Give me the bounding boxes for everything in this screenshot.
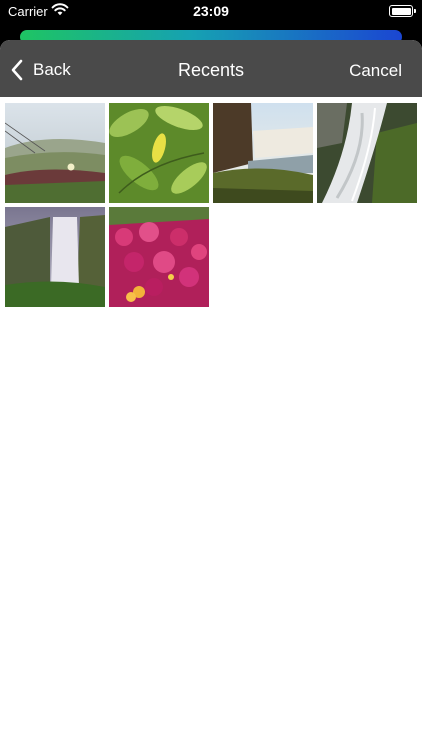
battery-icon: [389, 5, 416, 17]
photo-thumbnail-waterfall-canyon[interactable]: [213, 103, 313, 203]
status-bar: Carrier 23:09: [0, 0, 422, 24]
photo-thumbnail-iceplant-meadow[interactable]: [5, 103, 105, 203]
status-time: 23:09: [193, 3, 229, 19]
photo-thumbnail-waterfall-stream[interactable]: [317, 103, 417, 203]
cancel-button[interactable]: Cancel: [349, 61, 402, 81]
photo-thumbnail-skogafoss[interactable]: [5, 207, 105, 307]
navigation-bar: Back Recents Cancel: [0, 40, 422, 97]
photo-thumbnail-magenta-flowers[interactable]: [109, 207, 209, 307]
photo-thumbnail-lemon-leaves[interactable]: [109, 103, 209, 203]
photo-picker-sheet: Back Recents Cancel: [0, 40, 422, 750]
